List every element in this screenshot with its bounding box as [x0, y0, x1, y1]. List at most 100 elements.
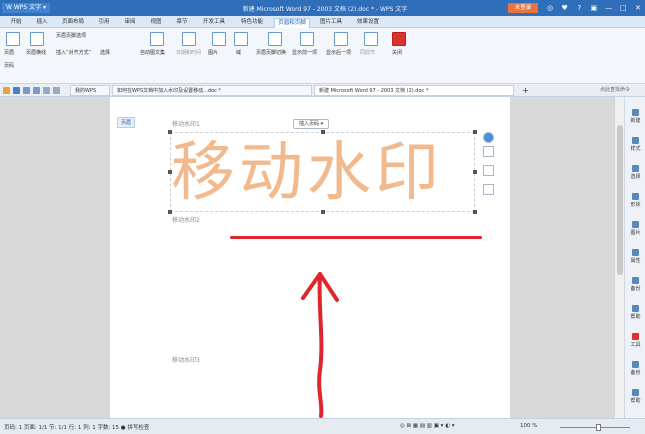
resize-handle-top[interactable]: [321, 130, 325, 134]
paragraph-label-3: 移动水印3: [172, 357, 200, 364]
resize-handle-bottom-left[interactable]: [168, 210, 172, 214]
panel-item-help[interactable]: 帮助: [625, 305, 645, 320]
header-button[interactable]: 页眉: [4, 49, 14, 56]
tab-review[interactable]: 审阅: [120, 18, 140, 28]
same-as-previous-icon[interactable]: [364, 32, 378, 46]
new-tab-button[interactable]: +: [518, 85, 530, 96]
properties-icon: [632, 249, 639, 256]
header-line-button[interactable]: 页眉横线: [26, 49, 46, 56]
panel-item-style[interactable]: 样式: [625, 137, 645, 152]
panel-item-backup[interactable]: 备份: [625, 277, 645, 292]
tab-page-layout[interactable]: 页面布局: [58, 18, 88, 28]
vertical-scrollbar[interactable]: [614, 97, 624, 418]
panel-item-select[interactable]: 选择: [625, 165, 645, 180]
status-bar: 页码: 1 页面: 1/1 节: 1/1 行: 1 列: 1 字数: 15 ● …: [0, 418, 645, 434]
resize-handle-bottom[interactable]: [321, 210, 325, 214]
backup-icon: [632, 361, 639, 368]
zoom-slider[interactable]: [560, 427, 630, 428]
tab-picture-tools[interactable]: 图片工具: [316, 18, 346, 28]
open-icon[interactable]: [3, 87, 10, 94]
tab-effects[interactable]: 效果设置: [352, 18, 384, 28]
show-next-icon[interactable]: [334, 32, 348, 46]
favorite-icon[interactable]: ♥: [560, 3, 570, 13]
panel-item-backup-2[interactable]: 备份: [625, 361, 645, 376]
preview-icon[interactable]: [33, 87, 40, 94]
resize-handle-top-left[interactable]: [168, 130, 172, 134]
resize-handle-top-right[interactable]: [473, 130, 477, 134]
switch-header-footer-icon[interactable]: [268, 32, 282, 46]
backup-icon: [632, 277, 639, 284]
header-indicator[interactable]: 页眉: [117, 117, 136, 128]
tab-insert[interactable]: 插入: [32, 18, 52, 28]
edit-picture-icon[interactable]: [483, 146, 494, 157]
zoom-slider-knob[interactable]: [596, 424, 601, 431]
tab-developer[interactable]: 开发工具: [198, 18, 230, 28]
show-next-button[interactable]: 显示后一项: [326, 49, 351, 56]
doc-tab-new-document[interactable]: 新建 Microsoft Word 97 - 2003 文档 (2).doc *: [314, 85, 514, 96]
same-as-previous-button[interactable]: 同前节: [360, 49, 375, 56]
picture-button[interactable]: 图片: [208, 49, 218, 56]
picture-icon[interactable]: [212, 32, 226, 46]
tab-home[interactable]: 开始: [6, 18, 26, 28]
print-icon[interactable]: [23, 87, 30, 94]
minimize-icon[interactable]: —: [604, 3, 614, 13]
maximize-icon[interactable]: □: [618, 3, 628, 13]
question-icon: [632, 389, 639, 396]
redo-icon[interactable]: [53, 87, 60, 94]
panel-item-help-2[interactable]: 帮助: [625, 389, 645, 404]
menu-bar: 开始 插入 页面布局 引用 审阅 视图 章节 开发工具 特色功能 页眉和页脚 图…: [0, 16, 645, 28]
field-button[interactable]: 域: [236, 49, 241, 56]
watermark-text[interactable]: 移动水印: [170, 132, 475, 212]
resize-handle-right[interactable]: [473, 170, 477, 174]
panel-item-picture[interactable]: 图片: [625, 221, 645, 236]
select-button[interactable]: 选择: [100, 49, 110, 56]
paragraph-label-2: 移动水印2: [172, 217, 200, 224]
doc-tab-my-wps[interactable]: 我的WPS: [70, 85, 110, 96]
layout-icon[interactable]: ▣: [589, 3, 599, 13]
datetime-button[interactable]: 日期和时间: [176, 49, 201, 56]
view-mode-icons[interactable]: ◎ ⊠ ▦ ▤ ▥ ▣ ▾ ◐ ▾: [400, 423, 455, 429]
app-menu-button[interactable]: W WPS 文字 ▾: [2, 3, 51, 13]
page-number-button[interactable]: 页码: [4, 62, 14, 69]
close-header-footer-icon[interactable]: [392, 32, 406, 46]
save-icon[interactable]: [13, 87, 20, 94]
layout-options-icon[interactable]: [483, 132, 494, 143]
header-icon[interactable]: [6, 32, 20, 46]
autotext-button[interactable]: 自动图文集: [140, 49, 165, 56]
insert-alignment-button[interactable]: 插入“对齐方式”: [56, 49, 91, 56]
login-button[interactable]: 未登录: [508, 3, 538, 13]
fill-color-icon[interactable]: [483, 165, 494, 176]
close-header-footer-button[interactable]: 关闭: [392, 49, 402, 56]
field-icon[interactable]: [234, 32, 248, 46]
switch-header-footer-button[interactable]: 页眉页脚切换: [256, 49, 286, 56]
tab-special[interactable]: 特色功能: [236, 18, 268, 28]
show-previous-icon[interactable]: [300, 32, 314, 46]
panel-item-shape[interactable]: 形状: [625, 193, 645, 208]
show-previous-button[interactable]: 显示前一项: [292, 49, 317, 56]
resize-handle-left[interactable]: [168, 170, 172, 174]
panel-item-new[interactable]: 新建: [625, 109, 645, 124]
tab-header-footer[interactable]: 页眉和页脚: [274, 18, 310, 28]
insert-page-number-button[interactable]: 插入页码 ▾: [293, 119, 330, 129]
help-icon[interactable]: ?: [574, 3, 584, 13]
zoom-level[interactable]: 100 %: [520, 423, 537, 429]
undo-icon[interactable]: [43, 87, 50, 94]
close-icon[interactable]: ✕: [633, 3, 643, 13]
paragraph-label-1: 移动水印1: [172, 121, 200, 128]
autotext-icon[interactable]: [150, 32, 164, 46]
panel-item-tools[interactable]: 工具: [625, 333, 645, 348]
doc-tab-watermark-guide[interactable]: 如何在WPS文档中加入水印及设置移动...doc *: [112, 85, 312, 96]
resize-handle-bottom-right[interactable]: [473, 210, 477, 214]
datetime-icon[interactable]: [182, 32, 196, 46]
skin-icon[interactable]: ◎: [545, 3, 555, 13]
header-footer-options[interactable]: 页眉页脚选项: [56, 32, 86, 39]
annotation-arrow: [301, 272, 339, 418]
tab-section[interactable]: 章节: [172, 18, 192, 28]
tab-view[interactable]: 视图: [146, 18, 166, 28]
tab-references[interactable]: 引用: [94, 18, 114, 28]
scrollbar-thumb[interactable]: [617, 125, 623, 275]
command-search-input[interactable]: 点此查找命令: [600, 86, 642, 95]
panel-item-properties[interactable]: 属性: [625, 249, 645, 264]
outline-color-icon[interactable]: [483, 184, 494, 195]
header-line-icon[interactable]: [30, 32, 44, 46]
